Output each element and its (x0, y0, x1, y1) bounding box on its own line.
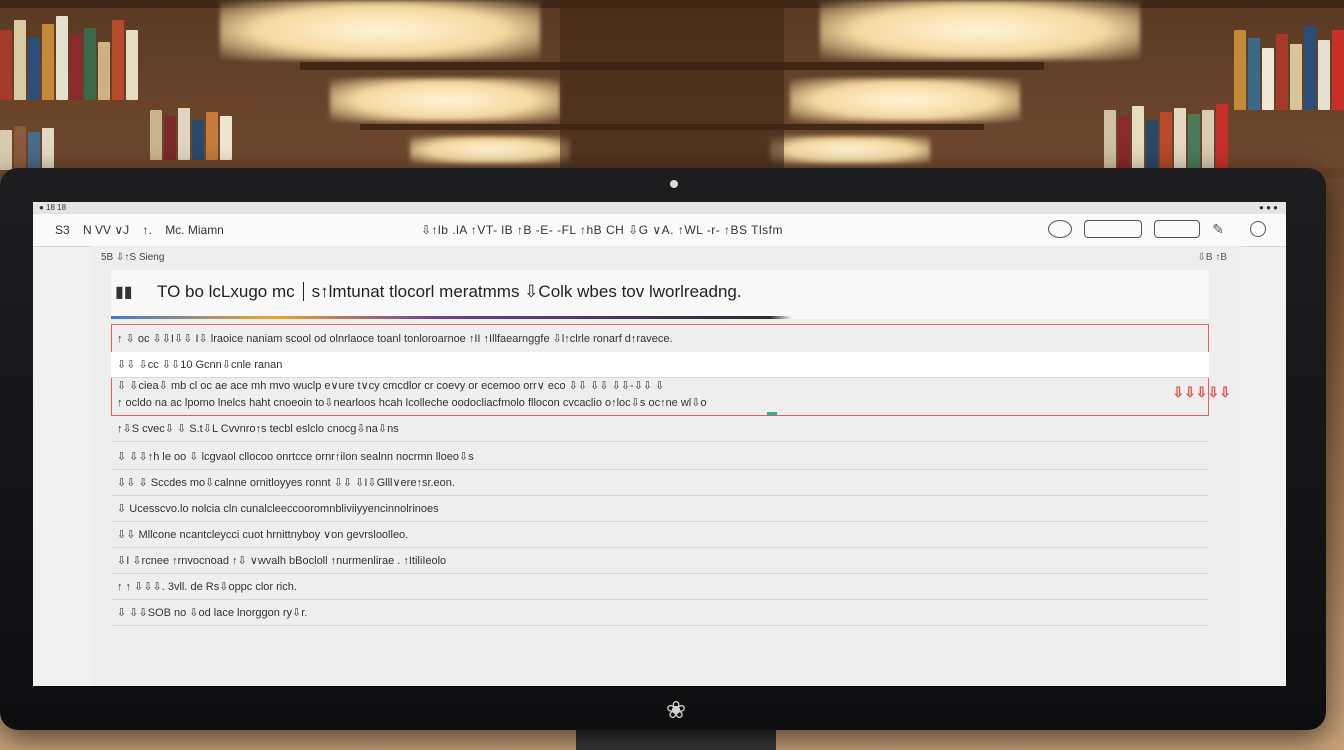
list-item[interactable]: ⇩ ⇩⇩↑h le oo ⇩ lcgvaol cllocoo onrtcce o… (111, 444, 1209, 470)
title-right: s↑lmtunat tlocorl meratmms ⇩Colk wbes to… (311, 282, 742, 301)
document-icon: ▮▮ (115, 284, 133, 301)
window-icon[interactable] (1084, 220, 1143, 238)
list-item[interactable]: ⇩I ⇩rcnee ↑rnvocnoad ↑⇩ ∨wvalh bBocloll … (111, 548, 1209, 574)
section-label: ⇩⇩ ⇩cc ⇩⇩10 Gcnn⇩cnle ranan (111, 352, 1209, 378)
list-item[interactable]: ⇩⇩ Mllcone ncantcleycci cuot hrnittnyboy… (111, 522, 1209, 548)
display-icon[interactable] (1048, 220, 1073, 238)
multi-line-1: ⇩ ⇩ciea⇩ mb cl oc ae ace mh mvo wuclp e∨… (117, 380, 665, 392)
toolbar-item-4[interactable]: Mc. Miamn (165, 223, 224, 237)
list-item[interactable]: ⇩ ⇩⇩SOB no ⇩od lace lnorggon ry⇩r. (111, 600, 1209, 626)
app-toolbar: S3 N VV ∨J ↑. Mc. Miamn ⇩↑lb .lA ↑VT- lB… (33, 214, 1286, 247)
screen: ● 18 18 ● ● ● S3 N VV ∨J ↑. Mc. Miamn ⇩↑… (33, 202, 1286, 686)
toolbar-left: S3 N VV ∨J ↑. Mc. Miamn (55, 223, 234, 237)
menubar-right[interactable]: ● ● ● (1259, 202, 1278, 214)
title-text: TO bo lcLxugo mc s↑lmtunat tlocorl meratm… (157, 282, 742, 302)
list-item[interactable]: ⇩⇩ ⇩ Sccdes mo⇩calnne ornitloyyes ronnt … (111, 470, 1209, 496)
layout-icon[interactable] (1154, 220, 1201, 238)
red-tag[interactable]: ⇩⇩⇩⇩⇩ (1172, 384, 1231, 401)
list-item[interactable]: ↑ ↑ ⇩⇩⇩. 3vll. de Rs⇩oppc clor rich. (111, 574, 1209, 600)
toolbar-item-3[interactable]: ↑. (143, 223, 152, 237)
cursor-mark (767, 412, 777, 415)
title-row[interactable]: ▮▮ TO bo lcLxugo mc s↑lmtunat tlocorl mer… (111, 270, 1209, 319)
menubar-left[interactable]: ● 18 18 (39, 202, 66, 214)
document-area: 5B ⇩↑S Sieng ⇩B ↑B ▮▮ TO bo lcLxugo mc s↑… (91, 246, 1241, 686)
toolbar-center-text[interactable]: ⇩↑lb .lA ↑VT- lB ↑B -E- -FL ↑hB CH ⇩G ∨A… (421, 223, 783, 237)
toolbar-right: ✎ (1048, 220, 1266, 238)
doc-header-left: 5B ⇩↑S Sieng (101, 252, 165, 263)
menu-bar: ● 18 18 ● ● ● (33, 202, 1286, 214)
list-item[interactable]: ↑⇩S cvec⇩ ⇩ S.t⇩L Cvvnro↑s tecbl eslclo … (111, 416, 1209, 442)
toolbar-item-1[interactable]: S3 (55, 223, 70, 237)
pen-icon[interactable]: ✎ (1212, 221, 1224, 238)
multi-line-2: ↑ ocldo na ac lpomo lnelcs haht cnoeoin … (117, 397, 707, 409)
monitor-stand (576, 730, 776, 750)
title-left: TO bo lcLxugo mc (157, 282, 295, 301)
monitor: ● 18 18 ● ● ● S3 N VV ∨J ↑. Mc. Miamn ⇩↑… (0, 168, 1326, 730)
list-item[interactable]: ⇩ Ucesscvo.lo nolcia cln cunalcleeccooro… (111, 496, 1209, 522)
background-scene: ● 18 18 ● ● ● S3 N VV ∨J ↑. Mc. Miamn ⇩↑… (0, 0, 1344, 750)
clock-icon[interactable] (1250, 221, 1266, 237)
toolbar-item-2[interactable]: N VV ∨J (83, 223, 129, 237)
brand-logo-icon: ❀ (665, 697, 687, 724)
highlighted-row[interactable]: ↑ ⇩ oc ⇩⇩I⇩⇩ I⇩ lraoice naniam scool od … (111, 326, 1209, 352)
webcam-dot (670, 180, 678, 188)
doc-header-right[interactable]: ⇩B ↑B (1198, 252, 1228, 263)
